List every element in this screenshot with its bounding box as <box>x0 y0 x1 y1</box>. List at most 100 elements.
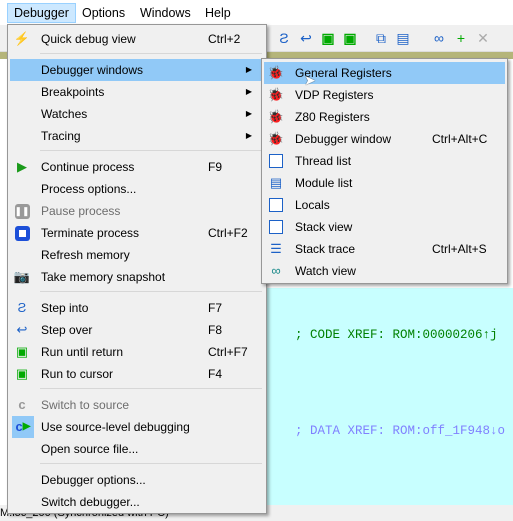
delete-watch-icon[interactable]: ✕ <box>474 29 492 47</box>
label: Run to cursor <box>41 367 114 381</box>
stop-icon <box>14 225 30 241</box>
label: Stack view <box>295 220 353 234</box>
shortcut: F4 <box>208 367 223 381</box>
submenu-item-module-list[interactable]: ▤ Module list <box>264 172 505 194</box>
label: Step into <box>41 301 89 315</box>
watch-view-icon: ∞ <box>271 263 281 278</box>
shortcut: Ctrl+Alt+C <box>432 132 488 146</box>
menu-item-switch-debugger[interactable]: Switch debugger... <box>10 491 264 513</box>
shortcut: F8 <box>208 323 223 337</box>
thread-list-icon <box>268 153 284 169</box>
source-debug-icon: c ▶ <box>12 416 34 438</box>
debugger-windows-submenu: 🐞 General Registers 🐞 VDP Registers 🐞 Z80 R… <box>261 58 508 284</box>
menu-item-quick-debug-view[interactable]: ⚡ Quick debug view Ctrl+2 <box>10 28 264 50</box>
menu-item-process-options[interactable]: Process options... <box>10 178 264 200</box>
label: Thread list <box>295 154 352 168</box>
label: Tracing <box>41 129 81 143</box>
bug-icon: 🐞 <box>267 109 285 124</box>
menu-item-continue-process[interactable]: ▶ Continue process F9 <box>10 156 264 178</box>
add-watch-icon[interactable]: + <box>452 29 470 47</box>
disassembly-view[interactable]: ; CODE XREF: ROM:00000206↑j ; DATA XREF:… <box>265 288 513 505</box>
label: Watches <box>41 107 88 121</box>
menu-item-refresh-memory[interactable]: Refresh memory <box>10 244 264 266</box>
stack-view-icon <box>268 219 284 235</box>
camera-icon: 📷 <box>13 269 31 284</box>
label: Switch debugger... <box>41 495 140 509</box>
submenu-item-general-registers[interactable]: 🐞 General Registers <box>264 62 505 84</box>
run-to-cursor-icon[interactable]: ▣ <box>341 29 359 47</box>
data-xref-comment: ; DATA XREF: ROM:off_1F948↓o <box>295 424 506 438</box>
submenu-item-z80-registers[interactable]: 🐞 Z80 Registers <box>264 106 505 128</box>
label: Pause process <box>41 204 121 218</box>
module-list-icon: ▤ <box>269 175 283 190</box>
pause-icon: ❚❚ <box>14 203 30 219</box>
step-over-icon: ↩ <box>16 322 28 337</box>
submenu-item-debugger-window[interactable]: 🐞 Debugger window Ctrl+Alt+C <box>264 128 505 150</box>
submenu-item-locals[interactable]: Locals <box>264 194 505 216</box>
menu-item-use-source-level-debugging[interactable]: c ▶ Use source-level debugging <box>10 416 264 438</box>
separator <box>40 150 262 151</box>
label: Debugger window <box>295 132 392 146</box>
quick-debug-icon: ⚡ <box>13 31 31 46</box>
submenu-item-watch-view[interactable]: ∞ Watch view <box>264 260 505 282</box>
label: Stack trace <box>295 242 356 256</box>
shortcut: Ctrl+2 <box>208 32 241 46</box>
label: Quick debug view <box>41 32 136 46</box>
menu-item-take-memory-snapshot[interactable]: 📷 Take memory snapshot <box>10 266 264 288</box>
submenu-arrow-icon: ▶ <box>245 87 252 96</box>
label: Debugger options... <box>41 473 146 487</box>
play-icon: ▶ <box>17 159 27 174</box>
step-over-icon[interactable]: ↩ <box>297 29 315 47</box>
menubar: Debugger Options Windows Help <box>0 0 513 25</box>
menu-item-debugger-windows[interactable]: Debugger windows ▶ <box>10 59 264 81</box>
menu-help[interactable]: Help <box>199 3 237 23</box>
code-xref-comment: ; CODE XREF: ROM:00000206↑j <box>295 328 498 342</box>
menu-item-open-source-file[interactable]: Open source file... <box>10 438 264 460</box>
shortcut: Ctrl+F2 <box>208 226 248 240</box>
menu-item-debugger-options[interactable]: Debugger options... <box>10 469 264 491</box>
submenu-item-vdp-registers[interactable]: 🐞 VDP Registers <box>264 84 505 106</box>
debugger-menu: ⚡ Quick debug view Ctrl+2 Debugger windows… <box>7 24 267 514</box>
menu-options[interactable]: Options <box>76 3 131 23</box>
shortcut: F9 <box>208 160 223 174</box>
watch-view-icon[interactable]: ∞ <box>430 29 448 47</box>
menu-item-step-over[interactable]: ↩ Step over F8 <box>10 319 264 341</box>
bug-icon: 🐞 <box>267 65 285 80</box>
module-list-icon[interactable]: ▤ <box>394 29 412 47</box>
run-until-return-icon: ▣ <box>15 344 29 359</box>
switch-source-icon: c <box>18 397 26 412</box>
bug-icon: 🐞 <box>267 131 285 146</box>
menu-item-switch-to-source[interactable]: c Switch to source <box>10 394 264 416</box>
menu-item-run-until-return[interactable]: ▣ Run until return Ctrl+F7 <box>10 341 264 363</box>
separator <box>40 291 262 292</box>
bug-icon: 🐞 <box>267 87 285 102</box>
menu-item-run-to-cursor[interactable]: ▣ Run to cursor F4 <box>10 363 264 385</box>
menu-item-step-into[interactable]: Ƨ Step into F7 <box>10 297 264 319</box>
shortcut: Ctrl+Alt+S <box>432 242 487 256</box>
label: Continue process <box>41 160 135 174</box>
menu-item-terminate-process[interactable]: Terminate process Ctrl+F2 <box>10 222 264 244</box>
menu-windows[interactable]: Windows <box>134 3 197 23</box>
step-into-icon: Ƨ <box>17 300 27 315</box>
submenu-item-stack-view[interactable]: Stack view <box>264 216 505 238</box>
menu-item-pause-process[interactable]: ❚❚ Pause process <box>10 200 264 222</box>
shortcut: Ctrl+F7 <box>208 345 248 359</box>
label: Step over <box>41 323 93 337</box>
submenu-item-thread-list[interactable]: Thread list <box>264 150 505 172</box>
menu-debugger[interactable]: Debugger <box>7 3 76 23</box>
thread-list-icon[interactable]: ⧉ <box>372 29 390 47</box>
separator <box>40 463 262 464</box>
menu-item-breakpoints[interactable]: Breakpoints ▶ <box>10 81 264 103</box>
menu-item-tracing[interactable]: Tracing ▶ <box>10 125 264 147</box>
separator <box>40 53 262 54</box>
submenu-arrow-icon: ▶ <box>245 65 252 74</box>
run-until-return-icon[interactable]: ▣ <box>319 29 337 47</box>
label: Switch to source <box>41 398 130 412</box>
label: Watch view <box>295 264 356 278</box>
submenu-item-stack-trace[interactable]: ☰ Stack trace Ctrl+Alt+S <box>264 238 505 260</box>
label: Terminate process <box>41 226 140 240</box>
step-into-icon[interactable]: Ƨ <box>275 29 293 47</box>
label: Breakpoints <box>41 85 105 99</box>
menu-item-watches[interactable]: Watches ▶ <box>10 103 264 125</box>
label: Run until return <box>41 345 124 359</box>
